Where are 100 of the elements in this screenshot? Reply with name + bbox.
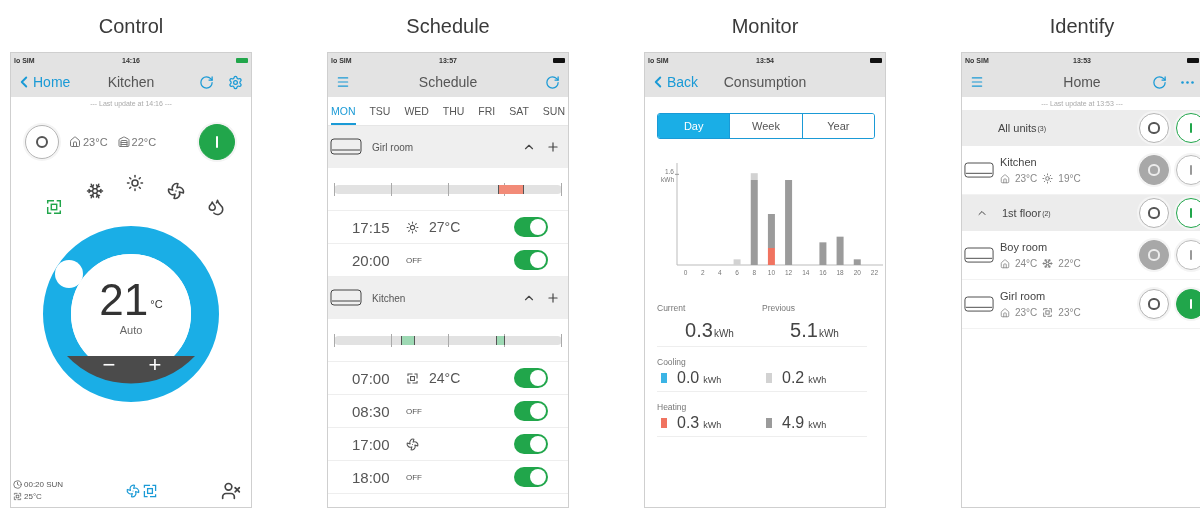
bar-icon: [1189, 164, 1193, 176]
snowflake-icon: [85, 182, 104, 200]
period-tab[interactable]: Year: [801, 114, 874, 138]
entry-value: OFF: [406, 472, 422, 482]
menu-button[interactable]: [970, 75, 984, 89]
entry-time: 18:00: [352, 468, 391, 486]
entry-toggle[interactable]: [514, 250, 548, 270]
add-icon[interactable]: [546, 140, 560, 154]
entry-toggle[interactable]: [514, 368, 548, 388]
decrease-button[interactable]: −: [89, 350, 129, 380]
auto-mode-icon: [406, 371, 419, 385]
set-temperature: 19°C: [1058, 173, 1081, 184]
power-on-button[interactable]: [1176, 113, 1200, 143]
person-cross-icon[interactable]: [221, 480, 241, 501]
refresh-button[interactable]: [1152, 74, 1167, 90]
y-tick-mark: [674, 173, 680, 175]
house-icon: [1000, 173, 1010, 184]
previous-value: 5.1: [790, 319, 818, 342]
screen-title: Consumption: [723, 74, 807, 90]
timeline-tick: [447, 333, 449, 347]
weekday-tab[interactable]: THU: [442, 105, 465, 125]
screen-title: Kitchen: [107, 74, 155, 90]
battery-icon: [870, 57, 882, 63]
weekday-tab[interactable]: SAT: [509, 105, 529, 125]
unit-label: kWh: [703, 375, 722, 385]
droplets-icon: [207, 198, 225, 216]
indoor-temperature: 23°C: [1015, 173, 1038, 184]
bar: [836, 236, 844, 265]
unit-label: kWh: [808, 420, 827, 430]
entry-toggle[interactable]: [514, 467, 548, 487]
outdoor-icon: [117, 136, 130, 148]
power-on-button[interactable]: [199, 124, 235, 160]
entry-toggle[interactable]: [514, 401, 548, 421]
energy-value: 0.3: [677, 414, 700, 432]
sun-icon: [126, 174, 144, 192]
snowflake-icon: [1042, 258, 1054, 269]
unit-name: Girl room: [1000, 290, 1047, 302]
weekday-tab[interactable]: WED: [404, 105, 429, 125]
dial-knob[interactable]: [55, 260, 83, 288]
indoor-temperature: 23°C: [1015, 307, 1038, 318]
fan-icon[interactable]: [126, 483, 141, 498]
house-icon: [1000, 307, 1010, 318]
unit-row[interactable]: Girl room 23°C 23°C: [962, 280, 1200, 329]
weekday-tab[interactable]: TSU: [369, 105, 391, 125]
power-off-button[interactable]: [1139, 198, 1169, 228]
entry-value: 24°C: [429, 370, 461, 386]
ac-unit-icon: [330, 289, 362, 307]
entry-toggle[interactable]: [514, 217, 548, 237]
menu-button[interactable]: [336, 75, 350, 89]
sun-icon: [1042, 173, 1054, 184]
screen-title: Schedule: [418, 74, 478, 90]
fan-icon: [166, 182, 185, 200]
more-button[interactable]: [1181, 80, 1194, 84]
refresh-button[interactable]: [199, 74, 214, 90]
timeline-tick: [561, 182, 562, 196]
group-header[interactable]: Kitchen: [328, 277, 568, 319]
ring-icon: [1148, 249, 1160, 261]
house-icon: [69, 136, 81, 148]
timeline-tick: [561, 333, 562, 347]
power-on-button[interactable]: [1176, 198, 1200, 228]
screen-caption: Schedule: [406, 14, 490, 39]
auto-mode-icon: [45, 198, 63, 216]
ac-unit-icon: [330, 138, 362, 156]
timeline-tick: [390, 182, 392, 196]
set-temperature: 23°C: [1058, 307, 1081, 318]
bar: [733, 259, 741, 265]
auto-mode-icon: [1042, 307, 1054, 318]
unit-label: kWh: [713, 328, 734, 339]
ac-unit-icon: [964, 295, 994, 313]
power-off-button[interactable]: [1139, 113, 1169, 143]
ring-icon: [1148, 207, 1160, 219]
power-on-button[interactable]: [1176, 155, 1200, 185]
weekday-tab[interactable]: FRI: [478, 105, 496, 125]
schedule-segment: [495, 335, 505, 345]
entry-value: OFF: [406, 255, 422, 265]
unit-name: Boy room: [1000, 241, 1049, 253]
bar: [819, 242, 827, 265]
bar: [853, 259, 861, 265]
group-name: 1st floor: [1002, 207, 1042, 219]
refresh-button[interactable]: [545, 74, 560, 90]
timeline-tick: [390, 333, 392, 347]
timeline-tick: [334, 182, 335, 196]
group-header[interactable]: Girl room: [328, 126, 568, 168]
entry-time: 20:00: [352, 251, 391, 269]
add-icon[interactable]: [546, 291, 560, 305]
settings-button[interactable]: [228, 74, 243, 90]
unit-row[interactable]: Boy room 24°C 22°C: [962, 231, 1200, 280]
power-on-button[interactable]: [1176, 289, 1200, 319]
ring-icon: [1148, 298, 1160, 310]
power-off-button[interactable]: [25, 125, 59, 159]
unit-label: kWh: [818, 328, 839, 339]
screen-caption: Identify: [1049, 14, 1115, 39]
power-off-button[interactable]: [1139, 289, 1169, 319]
ellipsis-icon: [1181, 80, 1194, 84]
power-on-button[interactable]: [1176, 240, 1200, 270]
set-temperature: 21: [99, 278, 149, 322]
increase-button[interactable]: +: [135, 350, 175, 380]
weekday-tab[interactable]: SUN: [542, 105, 565, 125]
entry-toggle[interactable]: [514, 434, 548, 454]
timer-temperature: 25°C: [24, 492, 42, 501]
